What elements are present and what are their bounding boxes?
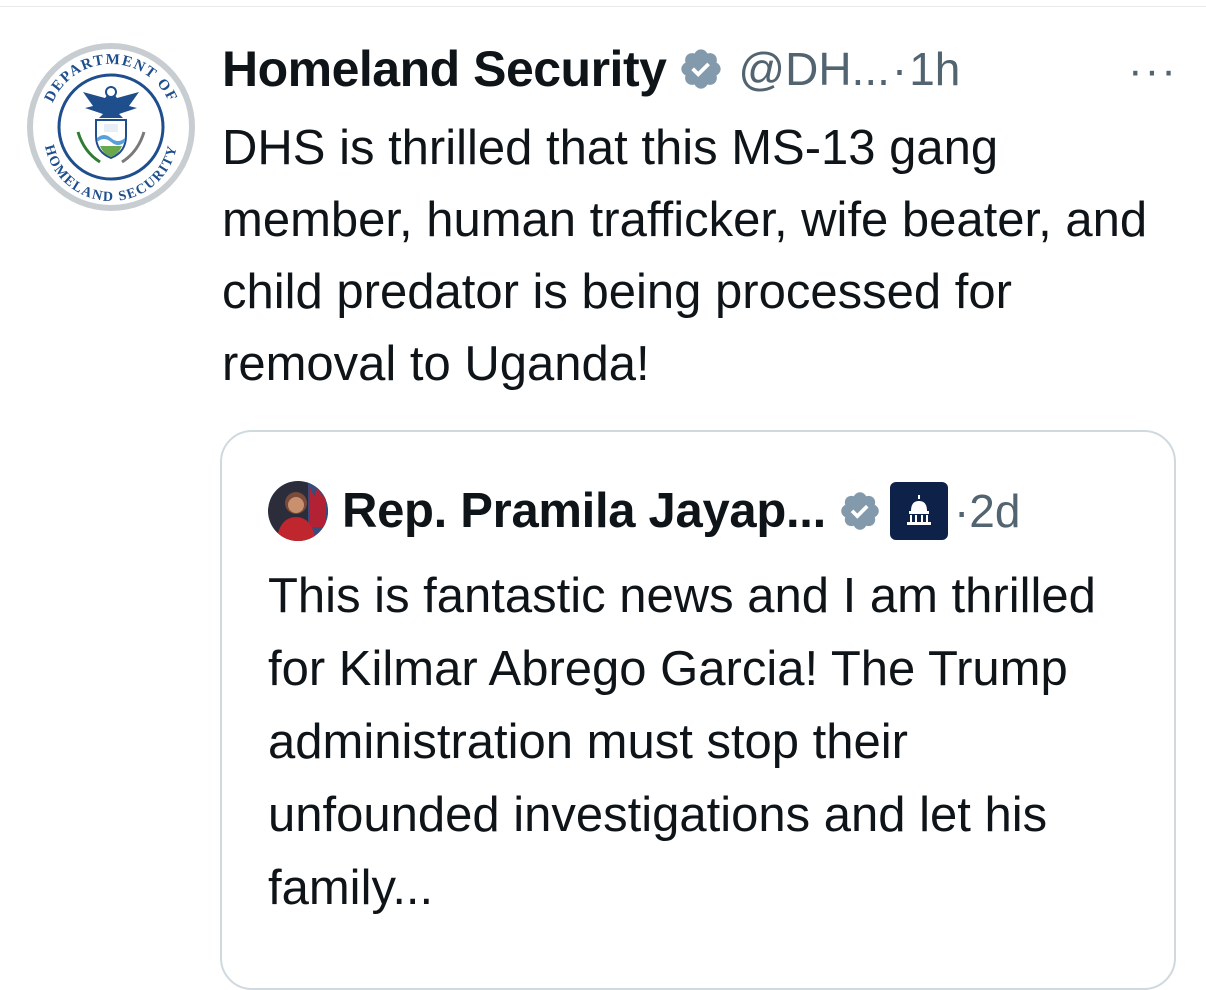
tweet-header: Homeland Security @DH... · 1h <box>222 34 960 104</box>
dhs-seal-icon: DEPARTMENT OF HOMELAND SECURITY <box>27 43 195 211</box>
quoted-tweet-card[interactable]: Rep. Pramila Jayap... · 2d This is fanta… <box>220 430 1176 990</box>
verified-badge-icon[interactable] <box>838 489 882 533</box>
quoted-avatar-image <box>268 481 328 541</box>
house-democrats-affiliate-icon[interactable] <box>889 482 948 540</box>
author-avatar[interactable]: DEPARTMENT OF HOMELAND SECURITY <box>26 42 196 212</box>
verified-badge-icon[interactable] <box>678 46 724 92</box>
quoted-tweet-header: Rep. Pramila Jayap... · 2d <box>268 480 1020 542</box>
separator-dot: · <box>891 43 908 95</box>
tweet-text: DHS is thrilled that this MS-13 gang mem… <box>222 121 1148 391</box>
quoted-tweet-text: This is fantastic news and I am thrilled… <box>268 569 1096 915</box>
quoted-author-name[interactable]: Rep. Pramila Jayap... <box>342 483 826 539</box>
author-name[interactable]: Homeland Security <box>222 40 667 98</box>
quoted-tweet-timestamp[interactable]: 2d <box>969 484 1020 538</box>
top-divider <box>0 6 1206 7</box>
quoted-author-avatar[interactable] <box>268 481 328 541</box>
more-options-icon[interactable]: ··· <box>1128 49 1178 93</box>
separator-dot: · <box>953 485 970 537</box>
capitol-dome-icon <box>906 495 931 525</box>
tweet-timestamp[interactable]: 1h <box>909 42 960 96</box>
author-handle[interactable]: @DH... <box>738 42 889 96</box>
